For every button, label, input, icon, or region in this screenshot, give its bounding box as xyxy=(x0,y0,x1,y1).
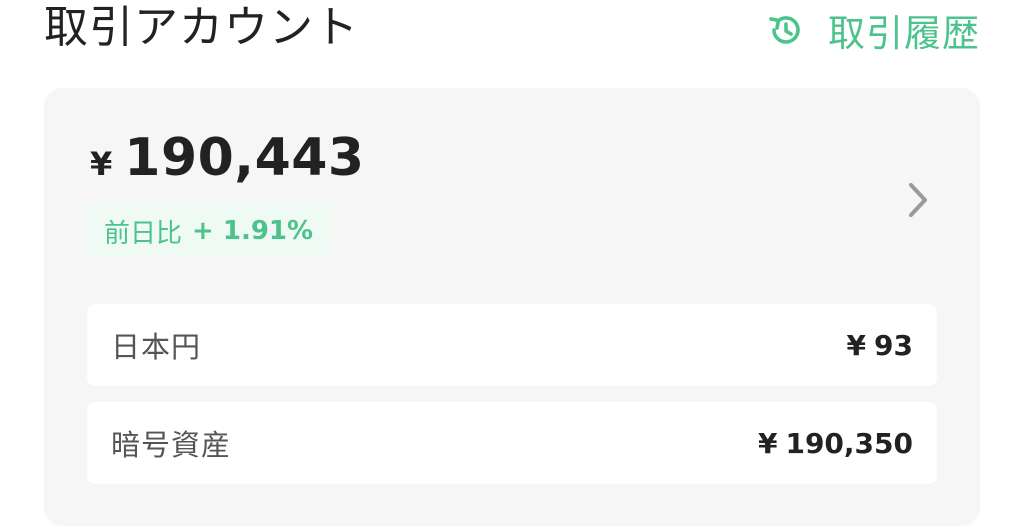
currency-symbol: ¥ xyxy=(90,145,113,183)
asset-label: 日本円 xyxy=(111,330,202,364)
chevron-right-icon xyxy=(906,180,930,220)
daily-change-badge: 前日比 + 1.91% xyxy=(84,204,334,258)
asset-row-crypto[interactable]: 暗号資産 ¥190,350 xyxy=(87,402,937,484)
total-balance: ¥ 190,443 xyxy=(90,128,365,190)
currency-symbol: ¥ xyxy=(846,328,867,362)
daily-change-label: 前日比 xyxy=(104,218,183,249)
asset-amount: 93 xyxy=(874,328,913,362)
asset-row-jpy[interactable]: 日本円 ¥93 xyxy=(87,304,937,386)
asset-label: 暗号資産 xyxy=(111,428,232,462)
daily-change-value: + 1.91% xyxy=(192,216,314,246)
account-balance-row[interactable]: ¥ 190,443 前日比 + 1.91% xyxy=(44,88,980,288)
transaction-history-label: 取引履歴 xyxy=(828,12,980,55)
account-card: ¥ 190,443 前日比 + 1.91% 日本円 ¥93 暗号資産 ¥190,… xyxy=(44,88,980,526)
history-icon xyxy=(766,10,806,50)
asset-value: ¥190,350 xyxy=(758,427,913,460)
header: 取引アカウント 取引履歴 xyxy=(0,0,1024,60)
total-balance-value: 190,443 xyxy=(124,128,365,188)
page-title: 取引アカウント xyxy=(44,2,359,53)
transaction-history-link[interactable]: 取引履歴 xyxy=(766,6,980,55)
currency-symbol: ¥ xyxy=(757,426,778,460)
asset-value: ¥93 xyxy=(847,329,913,362)
asset-amount: 190,350 xyxy=(785,426,913,460)
